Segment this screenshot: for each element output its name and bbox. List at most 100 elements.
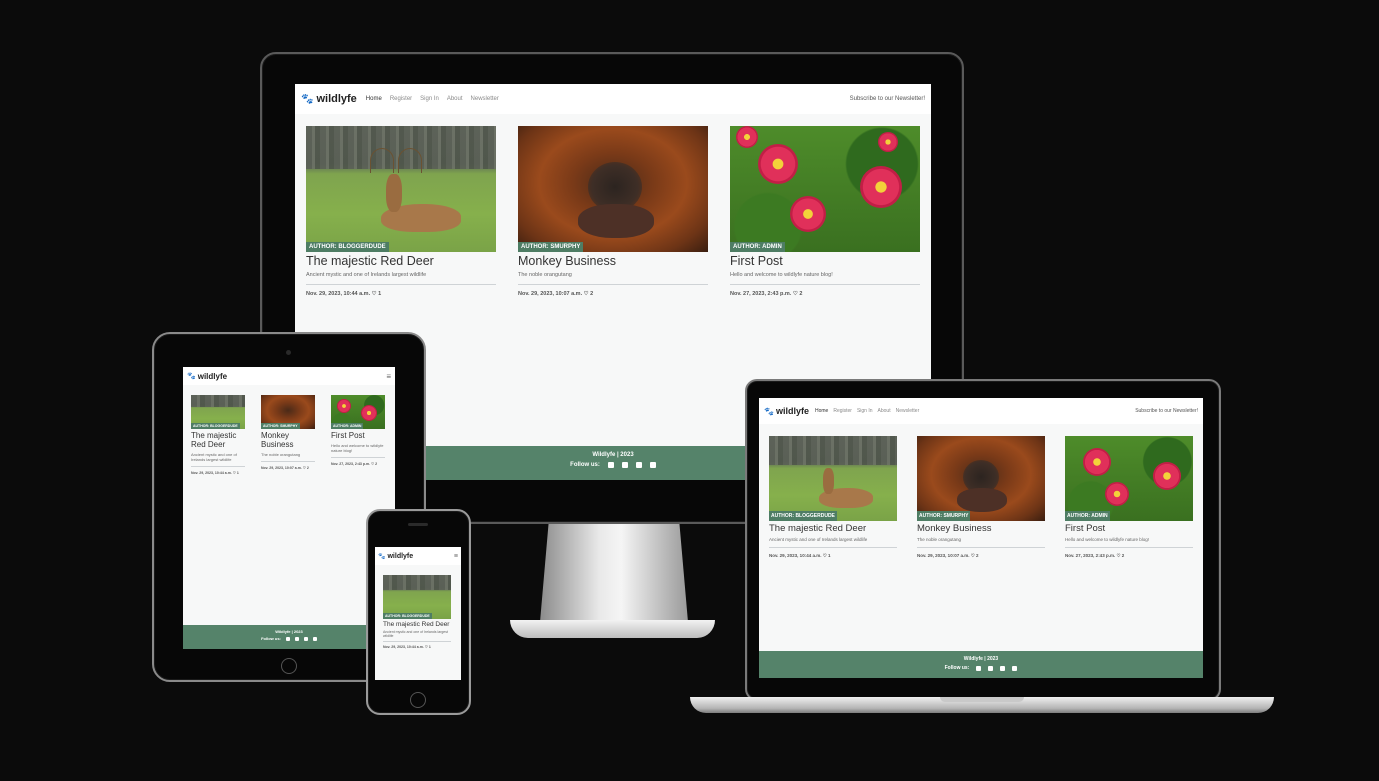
twitter-icon[interactable] bbox=[294, 636, 299, 641]
post-excerpt: Ancient mystic and one of Irelands large… bbox=[383, 630, 448, 638]
post-card[interactable]: AUTHOR: BLOGGERDUDE The majestic Red Dee… bbox=[769, 436, 897, 559]
heart-icon[interactable]: ♡ bbox=[793, 291, 798, 297]
brand[interactable]: 🐾 wildlyfe bbox=[378, 553, 413, 560]
author-badge: AUTHOR: BLOGGERDUDE bbox=[383, 613, 432, 619]
instagram-icon[interactable] bbox=[1000, 665, 1006, 671]
nav-about[interactable]: About bbox=[447, 96, 463, 102]
post-excerpt: Ancient mystic and one of Irelands large… bbox=[191, 452, 237, 462]
post-image-orangutan: AUTHOR: SMURPHY bbox=[261, 395, 315, 429]
post-card[interactable]: AUTHOR: SMURPHY Monkey Business The nobl… bbox=[518, 126, 708, 297]
post-title[interactable]: The majestic Red Deer bbox=[191, 431, 245, 449]
twitter-icon[interactable] bbox=[988, 665, 994, 671]
post-title[interactable]: The majestic Red Deer bbox=[383, 621, 451, 628]
post-meta: Nov. 27, 2023, 2:43 p.m. ♡ 2 bbox=[331, 462, 385, 466]
post-meta: Nov. 29, 2023, 10:07 a.m. ♡ 2 bbox=[917, 553, 1045, 559]
youtube-icon[interactable] bbox=[649, 462, 656, 468]
heart-icon[interactable]: ♡ bbox=[823, 553, 827, 558]
nav-about[interactable]: About bbox=[878, 408, 891, 414]
post-title[interactable]: Monkey Business bbox=[917, 523, 1045, 534]
post-card[interactable]: AUTHOR: ADMIN First Post Hello and welco… bbox=[730, 126, 920, 297]
nav-home[interactable]: Home bbox=[366, 96, 382, 102]
post-image-flowers: AUTHOR: ADMIN bbox=[730, 126, 920, 252]
post-card[interactable]: AUTHOR: ADMIN First Post Hello and welco… bbox=[331, 395, 385, 475]
post-title[interactable]: Monkey Business bbox=[261, 431, 315, 449]
youtube-icon[interactable] bbox=[312, 636, 317, 641]
facebook-icon[interactable] bbox=[285, 636, 290, 641]
heart-icon[interactable]: ♡ bbox=[371, 462, 374, 466]
post-excerpt: Hello and welcome to wildlyfe nature blo… bbox=[331, 443, 384, 453]
nav-links: Home Register Sign In About Newsletter bbox=[366, 96, 499, 102]
youtube-icon[interactable] bbox=[1012, 665, 1018, 671]
post-title[interactable]: The majestic Red Deer bbox=[769, 523, 897, 534]
post-image-flowers: AUTHOR: ADMIN bbox=[331, 395, 385, 429]
tablet-camera bbox=[286, 350, 291, 355]
like-count: 2 bbox=[799, 291, 803, 297]
subscribe-link[interactable]: Subscribe to our Newsletter! bbox=[850, 96, 925, 102]
laptop-screen: 🐾 wildlyfe Home Register Sign In About N… bbox=[759, 398, 1203, 678]
subscribe-link[interactable]: Subscribe to our Newsletter! bbox=[1135, 408, 1198, 414]
post-excerpt: Ancient mystic and one of Irelands large… bbox=[306, 272, 427, 278]
footer-brand: Wildlyfe | 2023 bbox=[963, 656, 999, 662]
instagram-icon[interactable] bbox=[303, 636, 308, 641]
facebook-icon[interactable] bbox=[607, 462, 614, 468]
like-count: 1 bbox=[378, 291, 382, 297]
like-count: 2 bbox=[375, 462, 378, 466]
post-title[interactable]: First Post bbox=[331, 431, 385, 440]
menu-toggle-icon[interactable]: ≡ bbox=[454, 553, 458, 560]
nav-sign-in[interactable]: Sign In bbox=[857, 408, 873, 414]
brand[interactable]: 🐾 wildlyfe bbox=[764, 406, 809, 416]
brand[interactable]: 🐾 wildlyfe bbox=[301, 93, 357, 105]
navbar: 🐾 wildlyfe Home Register Sign In About N… bbox=[759, 398, 1203, 424]
navbar: 🐾 wildlyfe ≡ bbox=[183, 367, 395, 385]
instagram-icon[interactable] bbox=[635, 462, 642, 468]
brand-name: wildlyfe bbox=[197, 371, 228, 381]
post-title[interactable]: The majestic Red Deer bbox=[306, 254, 496, 268]
navbar: 🐾 wildlyfe Home Register Sign In About N… bbox=[295, 84, 931, 114]
heart-icon[interactable]: ♡ bbox=[303, 466, 306, 470]
nav-newsletter[interactable]: Newsletter bbox=[471, 96, 499, 102]
post-card[interactable]: AUTHOR: BLOGGERDUDE The majestic Red Dee… bbox=[191, 395, 245, 475]
follow-label: Follow us: bbox=[261, 636, 281, 641]
nav-home[interactable]: Home bbox=[815, 408, 828, 414]
post-title[interactable]: First Post bbox=[730, 254, 920, 268]
facebook-icon[interactable] bbox=[976, 665, 982, 671]
tablet-home-button[interactable] bbox=[281, 658, 297, 674]
post-card[interactable]: AUTHOR: SMURPHY Monkey Business The nobl… bbox=[261, 395, 315, 475]
post-excerpt: Ancient mystic and one of Irelands large… bbox=[769, 537, 868, 542]
twitter-icon[interactable] bbox=[621, 462, 628, 468]
phone-home-button[interactable] bbox=[410, 692, 426, 708]
like-count: 2 bbox=[306, 466, 309, 470]
heart-icon[interactable]: ♡ bbox=[584, 291, 589, 297]
post-date: Nov. 29, 2023, 10:07 a.m. bbox=[261, 466, 302, 470]
author-badge: AUTHOR: BLOGGERDUDE bbox=[191, 423, 240, 429]
post-card[interactable]: AUTHOR: SMURPHY Monkey Business The nobl… bbox=[917, 436, 1045, 559]
nav-register[interactable]: Register bbox=[833, 408, 852, 414]
post-grid: AUTHOR: BLOGGERDUDE The majestic Red Dee… bbox=[295, 114, 931, 297]
brand-name: wildlyfe bbox=[775, 406, 809, 416]
heart-icon[interactable]: ♡ bbox=[372, 291, 377, 297]
heart-icon[interactable]: ♡ bbox=[971, 553, 975, 558]
post-card[interactable]: AUTHOR: BLOGGERDUDE The majestic Red Dee… bbox=[306, 126, 496, 297]
heart-icon[interactable]: ♡ bbox=[1116, 553, 1120, 558]
post-image-deer: AUTHOR: BLOGGERDUDE bbox=[191, 395, 245, 429]
post-card[interactable]: AUTHOR: ADMIN First Post Hello and welco… bbox=[1065, 436, 1193, 559]
post-image-deer: AUTHOR: BLOGGERDUDE bbox=[769, 436, 897, 521]
phone-speaker bbox=[408, 523, 428, 526]
monitor-base bbox=[510, 620, 715, 638]
menu-toggle-icon[interactable]: ≡ bbox=[386, 372, 391, 381]
nav-sign-in[interactable]: Sign In bbox=[420, 96, 439, 102]
author-badge: AUTHOR: ADMIN bbox=[1065, 511, 1110, 521]
post-title[interactable]: Monkey Business bbox=[518, 254, 708, 268]
post-card[interactable]: AUTHOR: BLOGGERDUDE The majestic Red Dee… bbox=[383, 575, 451, 649]
nav-register[interactable]: Register bbox=[390, 96, 412, 102]
heart-icon[interactable]: ♡ bbox=[425, 645, 428, 649]
post-date: Nov. 29, 2023, 10:44 a.m. bbox=[191, 471, 232, 475]
post-date: Nov. 29, 2023, 10:44 a.m. bbox=[306, 291, 371, 297]
heart-icon[interactable]: ♡ bbox=[233, 471, 236, 475]
post-title[interactable]: First Post bbox=[1065, 523, 1193, 534]
author-badge: AUTHOR: ADMIN bbox=[331, 423, 364, 429]
brand[interactable]: 🐾 wildlyfe bbox=[187, 372, 227, 381]
post-meta: Nov. 29, 2023, 10:07 a.m. ♡ 2 bbox=[518, 291, 708, 297]
divider bbox=[331, 457, 385, 458]
nav-newsletter[interactable]: Newsletter bbox=[896, 408, 920, 414]
